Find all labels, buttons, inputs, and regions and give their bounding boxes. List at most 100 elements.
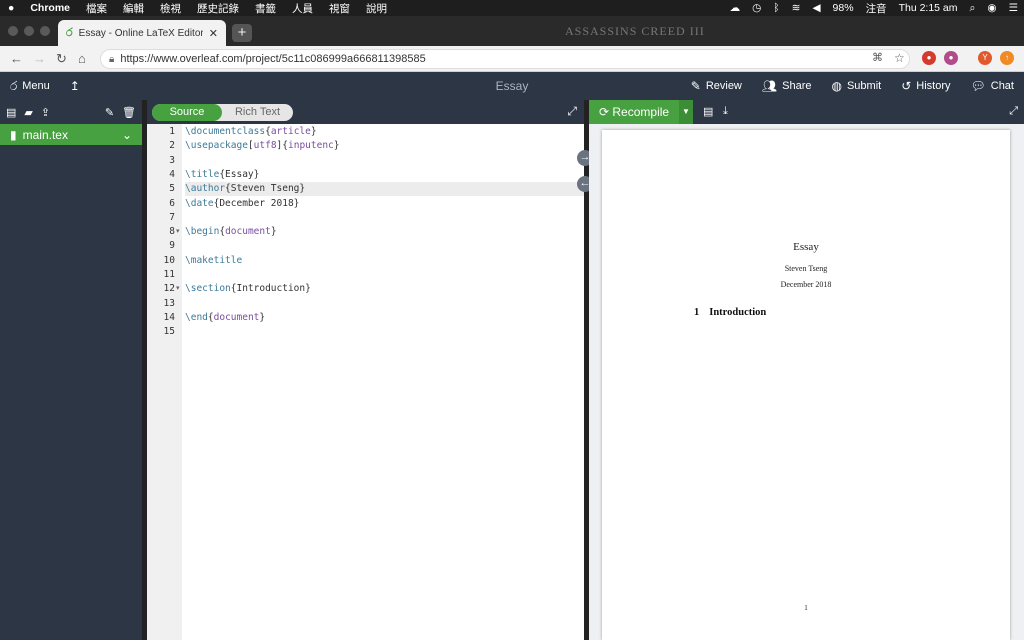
menu-button[interactable]: ර Menu [10,79,50,94]
pdf-toolbar: ⟳ Recompile ▼ ▤ ⤓ ⤢ [589,100,1024,124]
editor-mode-toggle[interactable]: Source Rich Text [152,104,293,121]
close-window-icon[interactable] [8,26,18,36]
pdf-title: Essay [793,241,819,253]
profile-avatar[interactable]: Y [978,51,992,65]
clock[interactable]: Thu 2:15 am [899,2,958,14]
submit-label: Submit [846,80,882,92]
menubar-item[interactable]: 編輯 [123,1,144,16]
new-file-icon[interactable]: ▤ [6,106,16,119]
code-line[interactable]: \usepackage[utf8]{inputenc} [185,139,584,153]
latex-command: \begin [185,226,220,238]
code-line[interactable]: \section{Introduction} [185,282,584,296]
code-line[interactable]: \begin{document} [185,225,584,239]
cloud-icon[interactable]: ☁ [730,2,741,14]
translate-icon[interactable]: ⌘ [872,51,883,64]
url-text: https://www.overleaf.com/project/5c11c08… [120,53,426,65]
menubar-item[interactable]: 說明 [366,1,387,16]
time-machine-icon[interactable]: ◷ [752,2,761,14]
back-icon[interactable]: ← [10,51,23,66]
browser-tab[interactable]: ර Essay - Online LaTeX Editor Ov ✕ [58,20,226,46]
code-line[interactable]: \author{Steven Tseng} [185,182,584,197]
code-line[interactable] [185,211,584,225]
menubar-item[interactable]: 檢視 [160,1,181,16]
menubar-item[interactable]: 視窗 [329,1,350,16]
latex-command: \documentclass [185,126,266,137]
fold-arrow-icon[interactable]: ▾ [176,282,180,296]
expand-pdf-icon[interactable]: ⤢ [1009,105,1018,118]
notification-center-icon[interactable]: ☰ [1009,2,1018,14]
new-folder-icon[interactable]: ▰ [24,106,32,119]
extension-icon[interactable]: ● [944,51,958,65]
line-number: 4 [169,168,175,180]
code-line[interactable]: \documentclass{article} [185,125,584,139]
recompile-button[interactable]: ⟳ Recompile ▼ [589,100,693,124]
latex-command: \end [185,311,208,323]
source-mode-button[interactable]: Source [152,104,222,121]
recompile-dropdown-icon[interactable]: ▼ [679,100,693,124]
code-line[interactable] [185,154,584,168]
address-toolbar: ← → ↻ ⌂ 🔒︎ https://www.overleaf.com/proj… [0,46,1024,72]
chevron-down-icon[interactable]: ⌄ [122,128,132,142]
chat-icon: 💬︎ [970,79,986,93]
history-button[interactable]: ↺ History [901,79,950,93]
menubar-item[interactable]: 書籤 [255,1,276,16]
code-line[interactable]: \maketitle [185,254,584,268]
chat-label: Chat [990,80,1014,92]
wifi-icon[interactable]: ≋ [792,2,801,14]
code-line[interactable]: \end{document} [185,311,584,325]
input-method[interactable]: 注音 [866,1,887,16]
expand-editor-icon[interactable]: ⤢ [567,104,577,119]
close-tab-icon[interactable]: ✕ [209,27,218,40]
minimize-window-icon[interactable] [24,26,34,36]
menubar-item[interactable]: 檔案 [86,1,107,16]
lock-icon: 🔒︎ [109,53,115,65]
bluetooth-icon[interactable]: ᛒ [773,2,779,14]
arrow-up-icon: ↥ [69,79,80,93]
code-line[interactable]: \date{December 2018} [185,197,584,211]
log-file-icon[interactable]: ▤ [703,105,713,118]
forward-icon[interactable]: → [33,51,46,66]
code-line[interactable] [185,268,584,282]
menubar-app-name[interactable]: Chrome [30,2,70,14]
fold-arrow-icon[interactable]: ▾ [176,225,180,239]
url-bar[interactable]: 🔒︎ https://www.overleaf.com/project/5c11… [100,49,910,69]
code-line[interactable] [185,239,584,253]
latex-argument: inputenc [288,140,334,152]
share-button[interactable]: 👥︎ Share [762,79,812,93]
line-number: 15 [163,326,175,338]
siri-icon[interactable]: ◉ [987,2,996,14]
update-icon[interactable]: ↑ [1000,51,1014,65]
extension-icon[interactable]: ● [922,51,936,65]
bookmark-star-icon[interactable]: ☆ [894,51,905,65]
line-number: 3 [169,154,175,166]
chat-button[interactable]: 💬︎ Chat [971,79,1014,93]
maximize-window-icon[interactable] [40,26,50,36]
submit-button[interactable]: ◍ Submit [831,79,881,93]
code-line[interactable]: \title{Essay} [185,168,584,182]
recompile-label: Recompile [612,105,670,119]
file-item-main-tex[interactable]: ▮ main.tex ⌄ [0,124,142,145]
new-tab-button[interactable]: + [232,24,252,42]
volume-icon[interactable]: ◀ [812,2,820,14]
rich-text-mode-button[interactable]: Rich Text [222,104,293,121]
menubar-item[interactable]: 歷史記錄 [197,1,239,16]
line-number: 9 [169,240,175,252]
upload-icon[interactable]: ⇪ [41,106,50,119]
review-button[interactable]: ✎ Review [691,79,742,93]
back-to-projects-button[interactable]: ↥ [70,79,85,93]
code-editor[interactable]: 1 2 3 4 5 6 7 8 ▾ 9 10 11 12 ▾ 13 14 15 \documentclass{a… [147,124,584,640]
line-number: 10 [163,254,175,266]
battery-status[interactable]: 98% [833,2,854,14]
apple-icon[interactable]: ● [8,2,14,14]
reload-icon[interactable]: ↻ [56,51,67,67]
latex-argument: article [270,126,311,137]
spotlight-icon[interactable]: ⌕ [970,2,976,15]
code-line[interactable] [185,325,584,339]
rename-pencil-icon[interactable]: ✎ [105,106,114,119]
code-line[interactable] [185,297,584,311]
editor-toolbar: Source Rich Text ⤢ [147,100,584,124]
menubar-item[interactable]: 人員 [292,1,313,16]
download-pdf-icon[interactable]: ⤓ [723,105,728,118]
home-icon[interactable]: ⌂ [78,51,86,66]
delete-trash-icon[interactable]: 🗑︎ [122,106,136,119]
